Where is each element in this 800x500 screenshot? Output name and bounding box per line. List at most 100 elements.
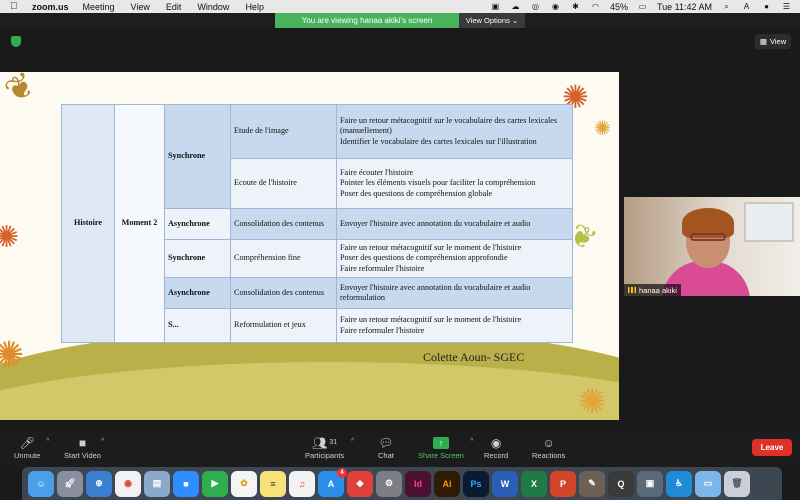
apple-icon[interactable]: : [10, 1, 24, 12]
input-source-icon[interactable]: A: [741, 2, 752, 11]
appstore-badge: 4: [337, 467, 347, 478]
excel-icon[interactable]: X: [521, 470, 547, 497]
zoom-status-icon[interactable]: ▣: [490, 2, 501, 11]
audio-options-caret[interactable]: ^: [46, 438, 49, 445]
word-icon[interactable]: W: [492, 470, 518, 497]
menu-window[interactable]: Window: [197, 2, 229, 12]
participant-name: hanaa akiki: [639, 285, 677, 295]
chat-icon: 💬︎: [378, 435, 394, 450]
menu-bar:  zoom.us Meeting View Edit Window Help …: [0, 0, 800, 13]
finder-icon[interactable]: ☺: [28, 470, 54, 497]
table-cell-mode: Synchrone: [164, 104, 231, 209]
menu-edit[interactable]: Edit: [166, 2, 182, 12]
share-options-caret[interactable]: ^: [470, 438, 473, 445]
facetime-icon[interactable]: ▶: [202, 470, 228, 497]
participants-icon: 👥︎ 31: [312, 435, 338, 450]
participants-caret[interactable]: ^: [351, 438, 354, 445]
table-cell-activity: Etude de l'image: [230, 104, 337, 159]
accessibility-icon[interactable]: ♿︎: [666, 470, 692, 497]
record-button[interactable]: ◉ Record: [484, 434, 508, 461]
microphone-muted-icon: 🎤︎: [19, 435, 35, 450]
trash-icon[interactable]: 🗑︎: [724, 470, 750, 497]
table-cell-moment: Moment 2: [114, 104, 165, 343]
clock[interactable]: Tue 11:42 AM: [657, 2, 712, 12]
start-video-button[interactable]: ■ Start Video: [64, 434, 101, 461]
start-video-label: Start Video: [64, 451, 101, 460]
participants-button[interactable]: 👥︎ 31 Participants: [305, 434, 344, 461]
search-icon[interactable]: ⌕: [721, 2, 732, 11]
anydesk-icon[interactable]: ◆: [347, 470, 373, 497]
leaf-icon: ❦: [0, 72, 43, 112]
cloud-icon[interactable]: ☁: [510, 2, 521, 11]
grid-icon: ▦: [759, 37, 767, 46]
shared-screen: ❦ ✺ ✺ ✺ ❦ ✺ ✺ Histoire Moment 2 Synchron…: [0, 72, 619, 420]
zoom-icon[interactable]: ■: [173, 470, 199, 497]
appstore-icon[interactable]: A4: [318, 467, 347, 497]
system-preferences-icon[interactable]: ⚙: [376, 470, 402, 497]
video-options-caret[interactable]: ^: [101, 438, 104, 445]
wifi-icon[interactable]: ◠: [590, 2, 601, 11]
reactions-button[interactable]: ☺ Reactions: [532, 434, 566, 461]
table-cell-mode: Asynchrone: [164, 208, 231, 240]
menu-help[interactable]: Help: [245, 2, 264, 12]
reactions-label: Reactions: [532, 451, 566, 460]
sync-icon[interactable]: ◎: [530, 2, 541, 11]
preview-icon[interactable]: ▤: [144, 470, 170, 497]
chat-button[interactable]: 💬︎ Chat: [378, 434, 394, 461]
view-button[interactable]: ▦ View: [755, 34, 791, 49]
battery-icon[interactable]: ▭: [637, 2, 648, 11]
app-menu[interactable]: zoom.us: [32, 2, 69, 12]
photos-icon[interactable]: ✿: [231, 470, 257, 497]
menu-view[interactable]: View: [131, 2, 150, 12]
meeting-toolbar: 🎤︎ Unmute ^ ■ Start Video ^ 👥︎ 31 Partici…: [0, 432, 800, 467]
notes-icon[interactable]: ≡: [260, 470, 286, 497]
leaf-icon: ✺: [0, 221, 20, 254]
gimp-icon[interactable]: ✎: [579, 470, 605, 497]
unmute-label: Unmute: [14, 451, 41, 460]
unmute-button[interactable]: 🎤︎ Unmute: [14, 434, 41, 461]
itunes-icon[interactable]: ♫: [289, 470, 315, 497]
record-icon: ◉: [490, 435, 502, 450]
sim-icon[interactable]: ▣: [637, 470, 663, 497]
view-options-button[interactable]: View Options ⌄: [459, 13, 525, 28]
safari-icon[interactable]: ⊕: [86, 470, 112, 497]
table-cell-description: Faire un retour métacognitif sur le mome…: [336, 308, 573, 343]
participant-name-tag: hanaa akiki: [624, 284, 681, 296]
video-window: [744, 202, 794, 242]
notification-center-icon[interactable]: ☰: [781, 2, 792, 11]
share-screen-label: Share Screen: [418, 451, 464, 460]
video-off-icon: ■: [78, 435, 87, 450]
siri-icon[interactable]: ●: [761, 2, 772, 11]
quicktime-icon[interactable]: Q: [608, 470, 634, 497]
bluetooth-icon[interactable]: ✱: [570, 2, 581, 11]
illustrator-icon[interactable]: Ai: [434, 470, 460, 497]
powerpoint-icon[interactable]: P: [550, 470, 576, 497]
table-cell-activity: Ecoute de l'histoire: [230, 158, 337, 209]
security-shield-icon[interactable]: [11, 36, 21, 47]
share-screen-button[interactable]: ↑ Share Screen: [418, 434, 464, 460]
table-cell-activity: Reformulation et jeux: [230, 308, 337, 343]
table-cell-description: Faire un retour métacognitif sur le voca…: [336, 104, 573, 159]
lesson-table: Histoire Moment 2 Synchrone Etude de l'i…: [61, 104, 573, 343]
table-cell-histoire: Histoire: [61, 104, 115, 343]
folder-icon[interactable]: ▭: [695, 470, 721, 497]
slide-credit: Colette Aoun- SGEC: [423, 350, 525, 364]
menu-meeting[interactable]: Meeting: [83, 2, 115, 12]
battery-percent[interactable]: 45%: [610, 2, 628, 12]
leaf-icon: ✺: [594, 118, 611, 140]
table-cell-activity: Consolidation des contenus: [230, 277, 337, 309]
vpn-icon[interactable]: ◉: [550, 2, 561, 11]
table-cell-description: Envoyer l'histoire avec annotation du vo…: [336, 277, 573, 309]
status-area: ▣ ☁ ◎ ◉ ✱ ◠ 45% ▭ Tue 11:42 AM ⌕ A ● ☰: [490, 0, 792, 13]
leaf-icon: ✺: [578, 383, 607, 420]
leave-button[interactable]: Leave: [752, 439, 792, 456]
table-cell-description: Envoyer l'histoire avec annotation du vo…: [336, 208, 573, 240]
photoshop-icon[interactable]: Ps: [463, 470, 489, 497]
launchpad-icon[interactable]: 🚀︎: [57, 470, 83, 497]
dock: ☺ 🚀︎ ⊕ ◉ ▤ ■ ▶ ✿ ≡ ♫ A4 ◆ ⚙ Id Ai Ps W X…: [22, 467, 782, 500]
participant-video[interactable]: hanaa akiki: [624, 197, 800, 296]
chat-label: Chat: [378, 451, 394, 460]
indesign-icon[interactable]: Id: [405, 470, 431, 497]
table-cell-activity: Consolidation des contenus: [230, 208, 337, 240]
chrome-icon[interactable]: ◉: [115, 470, 141, 497]
